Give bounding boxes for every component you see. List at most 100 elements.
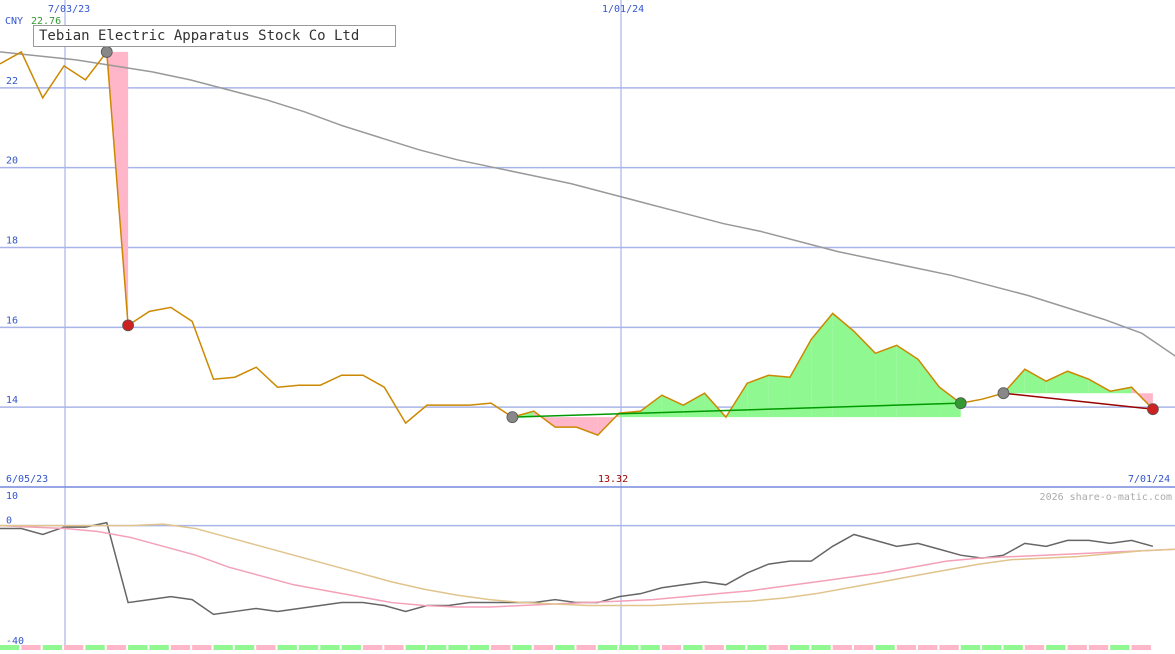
y-tick-label: 20 [6,156,18,167]
volume-bar [725,645,746,650]
stock-chart: 22 20 18 16 14 7/03/23 1/01/24 6/05/23 7/01/24 CN… [0,0,1175,650]
gain-fill [789,339,812,418]
volume-bar [427,645,447,650]
volume-bar [64,645,84,650]
volume-bars [0,645,1151,650]
volume-bar [128,645,148,650]
x-bottom-label: 7/01/24 [1128,474,1170,485]
volume-bar [1024,645,1045,650]
y-tick-label: 14 [6,395,18,406]
volume-bar [1046,645,1066,650]
gain-fill [1046,371,1068,394]
volume-bar [704,645,724,650]
volume-bar [619,645,639,650]
oscillator-line [0,521,1154,616]
volume-bar [1110,645,1130,650]
osc-y-tick: -40 [6,636,24,647]
volume-bar [533,645,554,650]
volume-bar [1131,645,1151,650]
volume-bar [832,645,852,650]
trade-marker [100,46,113,58]
volume-bar [192,645,212,650]
x-top-label: 1/01/24 [602,4,644,15]
series-lines [0,49,1175,436]
gain-loss-fills [106,51,1153,436]
volume-bar [661,645,682,650]
oscillator-line [0,523,1175,607]
volume-bar [298,645,319,650]
y-tick-label: 22 [6,76,18,87]
volume-bar [384,645,404,650]
trade-markers [100,46,1159,424]
trade-marker [997,387,1010,400]
volume-bar [405,645,425,650]
volume-bar [768,645,788,650]
volume-bar [170,645,191,650]
moving-average-line [0,51,1175,357]
volume-bar [448,645,468,650]
volume-bar [918,645,938,650]
gain-fill [854,331,876,418]
gain-fill [683,393,705,418]
volume-bar [277,645,297,650]
volume-bar [576,645,596,650]
volume-bar [982,645,1002,650]
trade-marker [506,411,519,424]
volume-bar [234,645,255,650]
osc-y-tick: 10 [6,491,18,502]
volume-bar [21,645,41,650]
grid [0,0,1175,650]
volume-bar [469,645,490,650]
volume-bar [213,645,233,650]
volume-bar [789,645,810,650]
volume-bar [341,645,361,650]
volume-bar [896,645,917,650]
oscillator-panel [0,521,1175,616]
gain-fill [661,395,684,418]
currency-label: CNY [5,16,23,27]
gain-fill [768,375,790,418]
gain-fill [896,345,919,418]
y-tick-label: 18 [6,236,18,247]
volume-bar [555,645,575,650]
volume-bar [320,645,340,650]
trade-marker [954,397,967,410]
volume-bar [854,645,874,650]
volume-bar [1003,645,1023,650]
volume-bar [362,645,383,650]
volume-bar [491,645,511,650]
volume-bar [640,645,660,650]
volume-bar [85,645,105,650]
volume-bar [1088,645,1109,650]
volume-bar [149,645,169,650]
gain-fill [1024,369,1047,394]
x-bottom-label: 6/05/23 [6,474,48,485]
volume-bar [683,645,703,650]
chart-title: Tebian Electric Apparatus Stock Co Ltd [33,25,396,47]
trade-marker [1147,403,1159,416]
volume-bar [256,645,276,650]
loss-fill [555,417,577,428]
gain-fill [811,313,833,418]
gain-fill [918,359,940,418]
volume-bar [597,645,618,650]
volume-bar [106,645,127,650]
volume-bar [747,645,767,650]
volume-bar [811,645,831,650]
volume-bar [42,645,63,650]
volume-bar [960,645,981,650]
chart-svg: 22 20 18 16 14 7/03/23 1/01/24 6/05/23 7/01/24 CN… [0,0,1175,650]
low-price-label: 13.32 [598,474,628,485]
watermark: 2026 share-o-matic.com [1040,492,1172,503]
volume-bar [875,645,895,650]
trade-marker [122,319,135,332]
price-line [0,49,1154,436]
osc-y-tick: 0 [6,516,12,527]
x-top-label: 7/03/23 [48,4,90,15]
y-tick-label: 16 [6,315,18,326]
volume-bar [939,645,959,650]
loss-fill [576,417,598,436]
volume-bar [1067,645,1087,650]
volume-bar [512,645,532,650]
oscillator-line [0,524,1175,608]
